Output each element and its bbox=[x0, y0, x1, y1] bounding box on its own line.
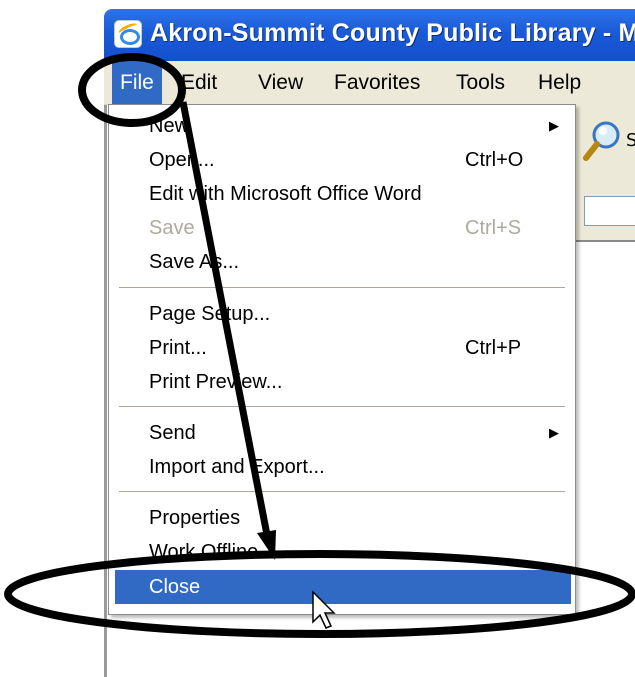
address-bar bbox=[576, 184, 635, 242]
window-title: Akron-Summit County Public Library - M bbox=[150, 19, 635, 47]
menu-item-import-export[interactable]: Import and Export... bbox=[109, 450, 575, 484]
search-icon[interactable] bbox=[582, 118, 622, 164]
window-titlebar[interactable]: Akron-Summit County Public Library - M bbox=[104, 9, 635, 61]
menu-separator bbox=[119, 287, 565, 289]
menu-item-page-setup[interactable]: Page Setup... bbox=[109, 297, 575, 331]
menu-file[interactable]: File bbox=[112, 61, 162, 104]
menu-item-save: Save Ctrl+S bbox=[149, 217, 522, 239]
menu-item-open[interactable]: Open... Ctrl+O bbox=[109, 143, 575, 177]
menu-item-work-offline[interactable]: Work Offline bbox=[109, 535, 575, 569]
menu-separator bbox=[119, 406, 565, 408]
menu-view[interactable]: View bbox=[258, 61, 303, 104]
menu-item-close[interactable]: Close bbox=[115, 570, 571, 604]
menu-item-properties[interactable]: Properties bbox=[109, 501, 575, 535]
menu-favorites[interactable]: Favorites bbox=[334, 61, 420, 104]
window-left-border bbox=[104, 60, 107, 677]
menu-item-save-as[interactable]: Save As... bbox=[109, 245, 575, 279]
menu-edit[interactable]: Edit bbox=[181, 61, 217, 104]
submenu-arrow-icon: ▶ bbox=[549, 425, 559, 440]
submenu-arrow-icon: ▶ bbox=[549, 118, 559, 133]
internet-explorer-icon bbox=[114, 20, 142, 48]
address-input[interactable] bbox=[584, 196, 635, 226]
menu-bar: File Edit View Favorites Tools Help bbox=[104, 61, 635, 105]
toolbar-search-label: S bbox=[626, 130, 635, 151]
menu-item-send[interactable]: Send ▶ bbox=[109, 416, 575, 450]
menu-help[interactable]: Help bbox=[538, 61, 581, 104]
file-menu-dropdown: New ▶ Open... Ctrl+O Edit with Microsoft… bbox=[108, 104, 576, 615]
menu-item-print[interactable]: Print... Ctrl+P bbox=[109, 331, 575, 365]
menu-item-new[interactable]: New ▶ bbox=[109, 109, 575, 143]
toolbar: S bbox=[576, 104, 635, 184]
menu-item-print-preview[interactable]: Print Preview... bbox=[109, 365, 575, 399]
menu-separator bbox=[119, 491, 565, 493]
menu-tools[interactable]: Tools bbox=[456, 61, 505, 104]
menu-item-edit-with-word[interactable]: Edit with Microsoft Office Word bbox=[109, 177, 575, 211]
